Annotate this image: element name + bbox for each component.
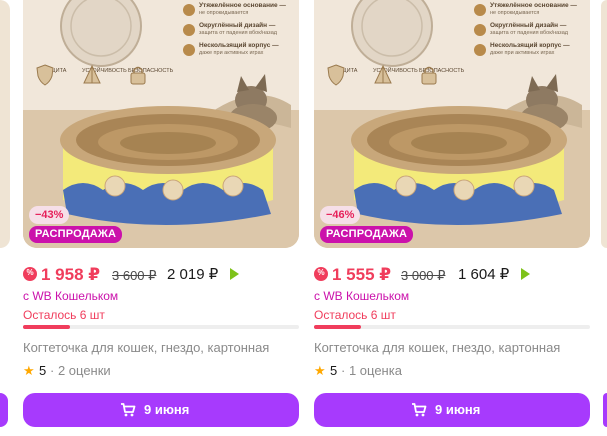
delivery-date-label: 9 июня <box>435 402 481 417</box>
feature-subtitle: защита от падения вбок/назад <box>490 30 568 36</box>
product-image[interactable]: Утяжелённое основание — не опрокидываетс… <box>23 0 299 248</box>
feature-subtitle: не опрокидывается <box>490 10 540 16</box>
feature-title: Округлённый дизайн — <box>490 22 567 29</box>
feature-item: Нескользящий корпус — даже при активных … <box>474 42 590 62</box>
stock-progress-fill <box>314 325 361 329</box>
product-title[interactable]: Когтеточка для кошек, гнездо, картонная <box>314 339 590 357</box>
feature-title: Утяжелённое основание — <box>490 2 577 9</box>
badge-stability: УСТОЙЧИВОСТЬ <box>82 64 127 84</box>
rating-value: 5 <box>39 363 47 378</box>
price-row: 1 555 ₽ 3 000 ₽ 1 604 ₽ <box>314 263 590 287</box>
shield-icon <box>36 64 54 86</box>
shield-icon <box>327 64 345 86</box>
feature-title: Округлённый дизайн — <box>199 22 276 29</box>
wallet-price: 2 019 ₽ <box>167 266 219 283</box>
delivery-date-label: 9 июня <box>144 402 190 417</box>
badge-safety: БЕЗОПАСНОСТЬ <box>419 64 464 85</box>
badge-protection: ЗАЩИТА <box>326 64 366 86</box>
badge-row: ЗАЩИТА УСТОЙЧИВОСТЬ БЕЗОПАСНОСТЬ <box>326 64 464 104</box>
discount-percent-icon <box>314 267 328 281</box>
feature-subtitle: защита от падения вбок/назад <box>199 30 277 36</box>
discount-badge: −43% <box>29 206 70 224</box>
feature-icon <box>474 24 486 36</box>
add-to-cart-button[interactable]: 9 июня <box>23 393 299 427</box>
feature-list: Утяжелённое основание — не опрокидываетс… <box>183 0 299 62</box>
badge-stability: УСТОЙЧИВОСТЬ <box>373 64 418 84</box>
pyramid-icon <box>374 64 392 84</box>
star-icon: ★ <box>314 363 326 378</box>
feature-icon <box>183 24 195 36</box>
lock-icon <box>421 66 437 85</box>
feature-subtitle: не опрокидывается <box>199 10 249 16</box>
wallet-label[interactable]: с WB Кошельком <box>314 288 409 304</box>
wallet-arrow-icon <box>230 268 239 280</box>
feature-item: Утяжелённое основание — не опрокидываетс… <box>183 2 299 22</box>
cart-icon <box>412 403 427 417</box>
wallet-label[interactable]: с WB Кошельком <box>23 288 118 304</box>
rating-value: 5 <box>330 363 338 378</box>
feature-title: Нескользящий корпус — <box>199 42 279 49</box>
feature-item: Нескользящий корпус — даже при активных … <box>183 42 299 62</box>
stock-progress-bar <box>23 325 299 329</box>
rating: ★ 5 · 2 оценки <box>23 362 299 380</box>
feature-icon <box>474 44 486 56</box>
next-card-image-edge[interactable] <box>601 0 607 248</box>
star-icon: ★ <box>23 363 35 378</box>
wallet-arrow-icon <box>521 268 530 280</box>
stock-remaining: Осталось 6 шт <box>23 308 105 322</box>
previous-card-image-edge[interactable] <box>0 0 10 248</box>
current-price: 1 555 ₽ <box>332 265 392 284</box>
price-row: 1 958 ₽ 3 600 ₽ 2 019 ₽ <box>23 263 299 287</box>
old-price: 3 000 ₽ <box>401 268 446 283</box>
product-card[interactable]: Утяжелённое основание — не опрокидываетс… <box>314 0 590 436</box>
stock-progress-bar <box>314 325 590 329</box>
add-to-cart-button[interactable]: 9 июня <box>314 393 590 427</box>
old-price: 3 600 ₽ <box>112 268 157 283</box>
wallet-price: 1 604 ₽ <box>458 266 510 283</box>
feature-list: Утяжелённое основание — не опрокидываетс… <box>474 0 590 62</box>
current-price: 1 958 ₽ <box>41 265 101 284</box>
sale-badge: РАСПРОДАЖА <box>29 226 123 243</box>
feature-item: Округлённый дизайн — защита от падения в… <box>474 22 590 42</box>
lock-icon <box>130 66 146 85</box>
product-title[interactable]: Когтеточка для кошек, гнездо, картонная <box>23 339 299 357</box>
feature-item: Округлённый дизайн — защита от падения в… <box>183 22 299 42</box>
sale-badge: РАСПРОДАЖА <box>320 226 414 243</box>
review-count[interactable]: · 1 оценка <box>341 363 402 379</box>
badge-row: ЗАЩИТА УСТОЙЧИВОСТЬ БЕЗОПАСНОСТЬ <box>35 64 173 104</box>
feature-item: Утяжелённое основание — не опрокидываетс… <box>474 2 590 22</box>
discount-badge: −46% <box>320 206 361 224</box>
rating: ★ 5 · 1 оценка <box>314 362 590 380</box>
stock-remaining: Осталось 6 шт <box>314 308 396 322</box>
feature-title: Нескользящий корпус — <box>490 42 570 49</box>
product-image[interactable]: Утяжелённое основание — не опрокидываетс… <box>314 0 590 248</box>
product-card[interactable]: Утяжелённое основание — не опрокидываетс… <box>23 0 299 436</box>
feature-icon <box>183 4 195 16</box>
cart-icon <box>121 403 136 417</box>
feature-icon <box>474 4 486 16</box>
badge-protection: ЗАЩИТА <box>35 64 75 86</box>
discount-percent-icon <box>23 267 37 281</box>
feature-subtitle: даже при активных играх <box>199 50 264 56</box>
feature-title: Утяжелённое основание — <box>199 2 286 9</box>
pyramid-icon <box>83 64 101 84</box>
feature-icon <box>183 44 195 56</box>
next-card-buy-button-edge[interactable] <box>603 393 607 427</box>
review-count[interactable]: · 2 оценки <box>50 363 111 379</box>
badge-safety: БЕЗОПАСНОСТЬ <box>128 64 173 85</box>
stock-progress-fill <box>23 325 70 329</box>
previous-card-buy-button-edge[interactable] <box>0 393 8 427</box>
feature-subtitle: даже при активных играх <box>490 50 555 56</box>
